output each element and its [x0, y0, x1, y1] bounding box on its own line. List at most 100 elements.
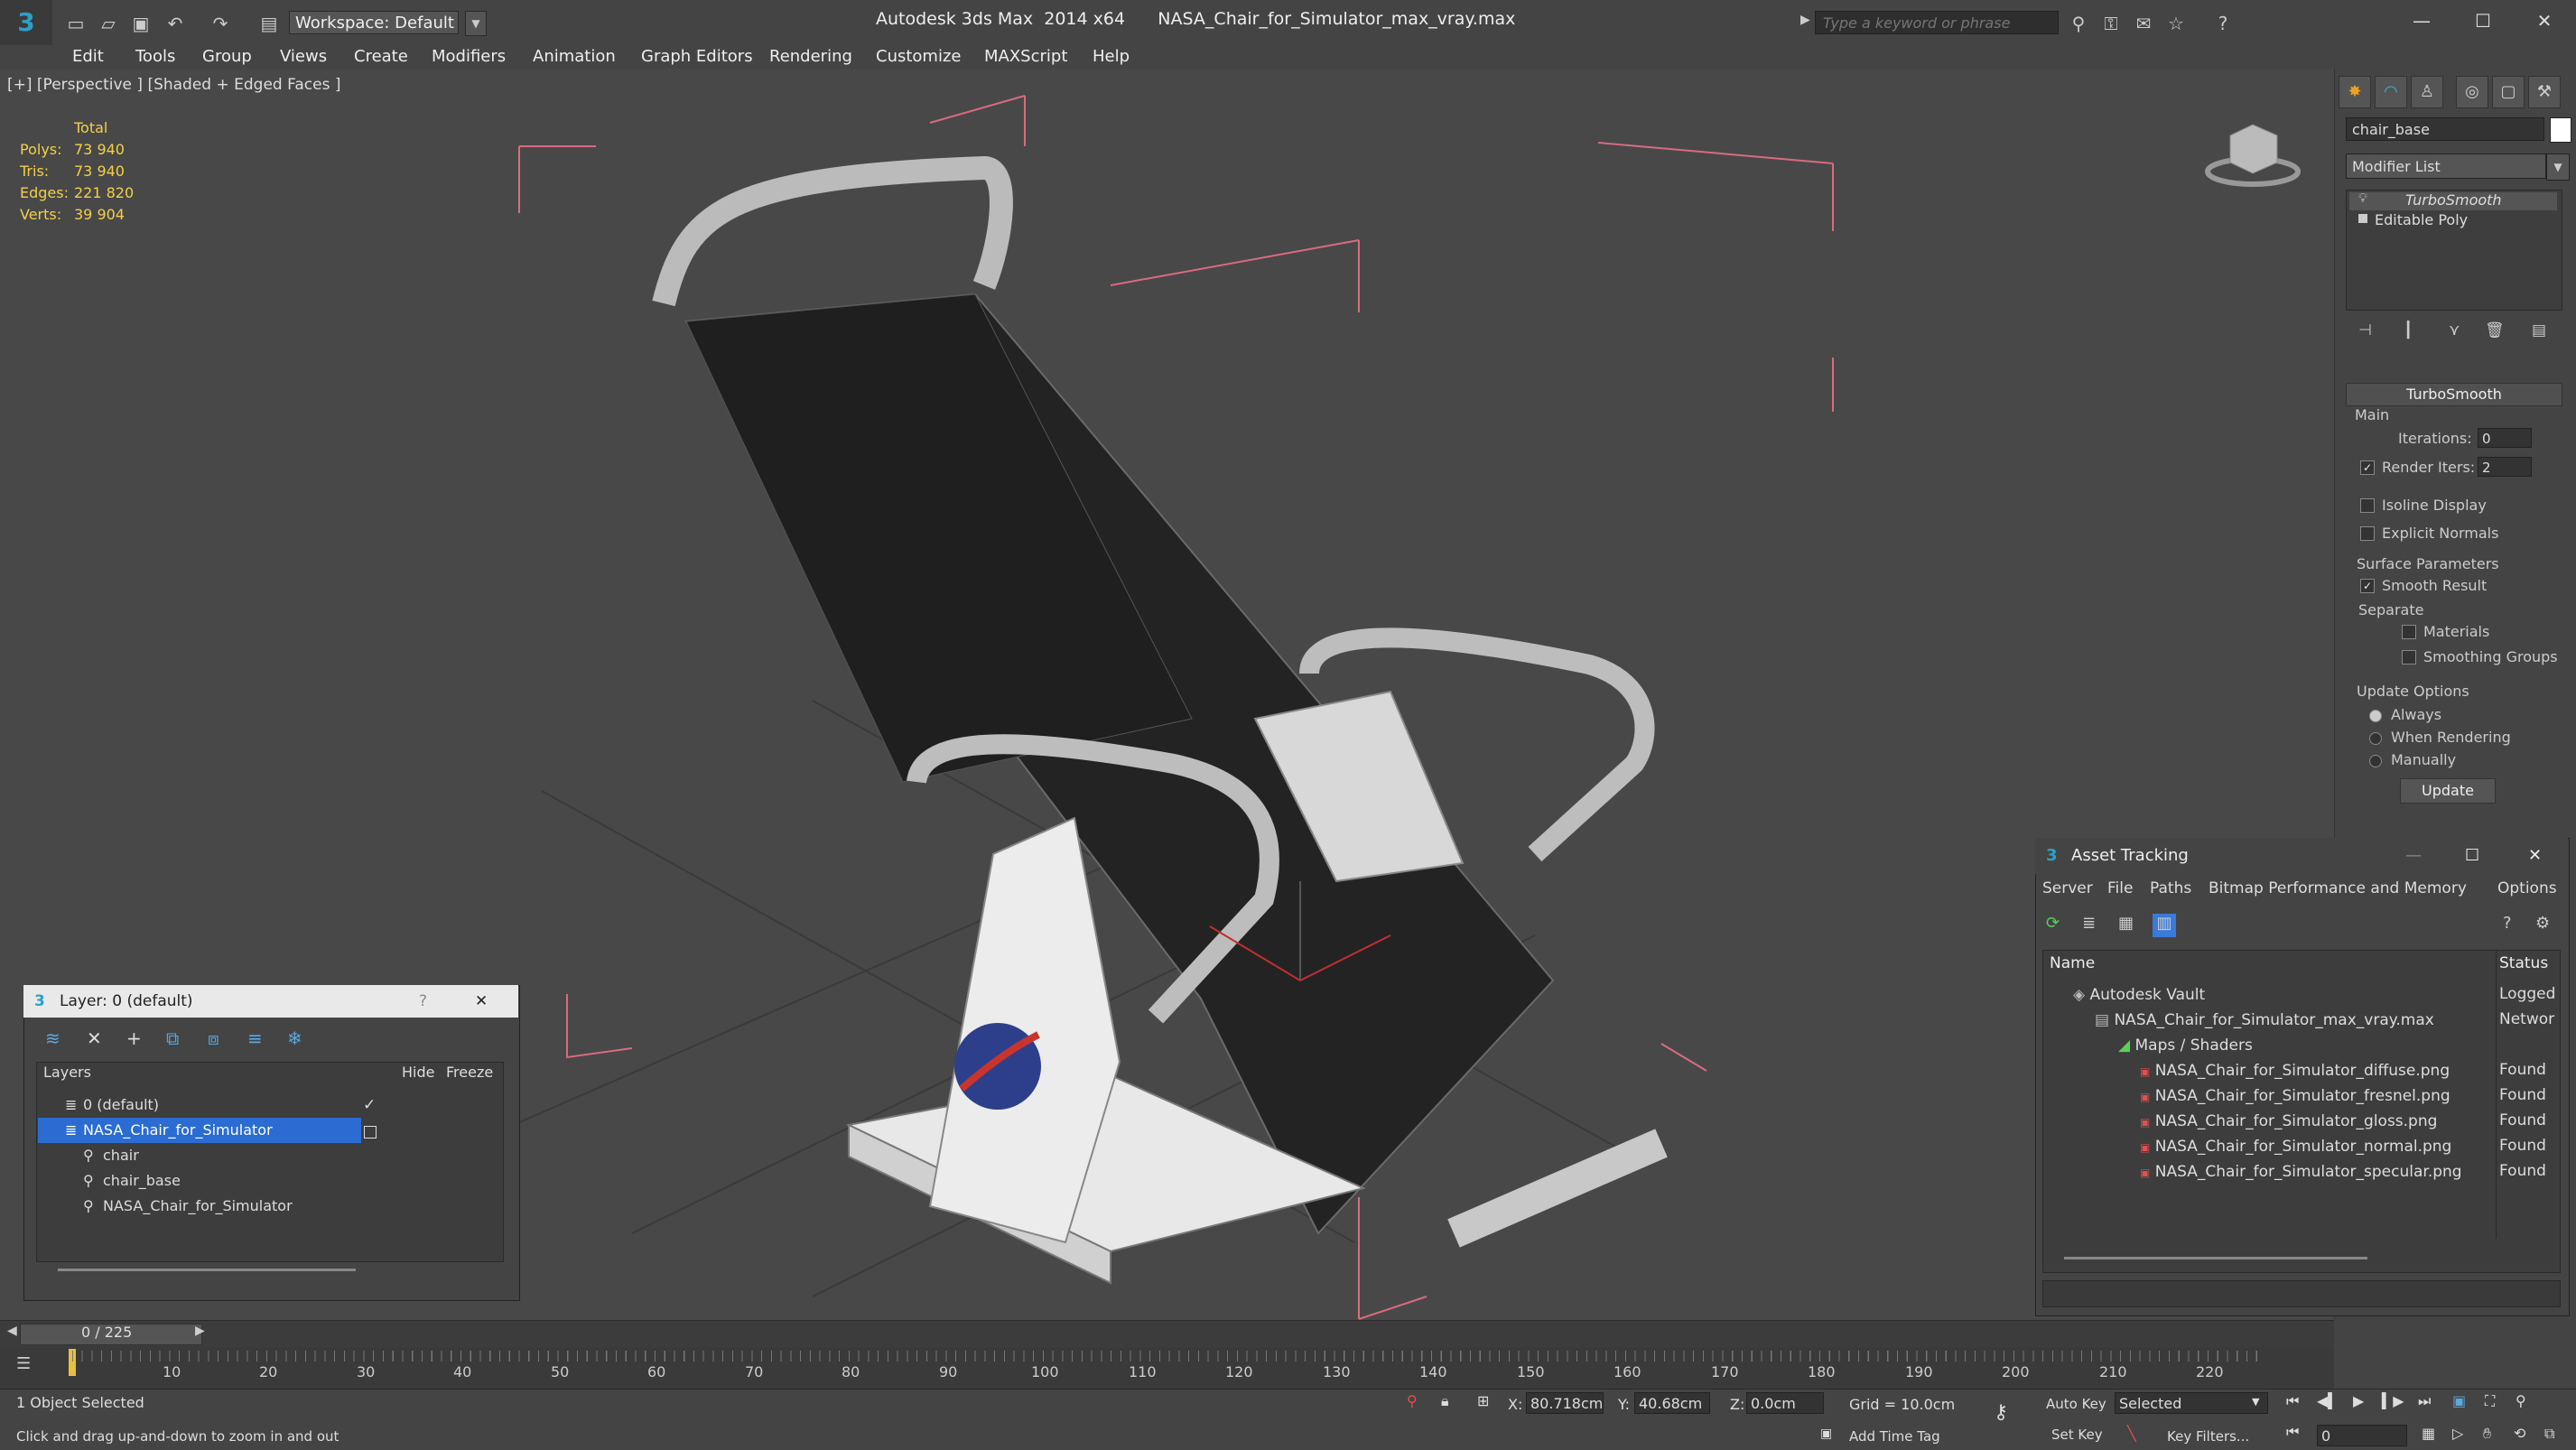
- object-color-swatch[interactable]: [2550, 117, 2571, 143]
- menu-rendering[interactable]: Rendering: [769, 45, 852, 69]
- hierarchy-tab-icon[interactable]: ♙: [2411, 76, 2443, 108]
- key-mode-dropdown[interactable]: Selected: [2115, 1392, 2268, 1414]
- workspace-dropdown[interactable]: Workspace: Default: [289, 11, 459, 34]
- menu-customize[interactable]: Customize: [876, 45, 961, 69]
- lightbulb-icon[interactable]: 💡︎: [2358, 191, 2367, 206]
- maximize-icon[interactable]: ☐: [2465, 838, 2479, 874]
- menu-help[interactable]: Help: [1093, 45, 1130, 69]
- next-frame-icon[interactable]: ▶: [195, 1324, 205, 1338]
- hide-all-icon[interactable]: ≡: [247, 1027, 263, 1049]
- save-file-icon[interactable]: ▣: [130, 13, 152, 34]
- turbosmooth-rollout-header[interactable]: TurboSmooth: [2346, 383, 2562, 406]
- go-to-start-icon[interactable]: ⏮︎: [2286, 1392, 2299, 1410]
- pin-stack-icon[interactable]: ⊣: [2358, 321, 2372, 339]
- freeze-column-header[interactable]: Freeze: [446, 1064, 493, 1081]
- new-file-icon[interactable]: ▭: [65, 13, 87, 34]
- menu-create[interactable]: Create: [354, 45, 408, 69]
- materials-checkbox[interactable]: [2402, 625, 2416, 639]
- menu-animation[interactable]: Animation: [533, 45, 616, 69]
- asset-row[interactable]: ▣ NASA_Chair_for_Simulator_fresnel.png: [2140, 1083, 2450, 1109]
- z-coord-field[interactable]: 0.0cm: [1746, 1392, 1824, 1414]
- previous-key-icon[interactable]: ◀▍: [2317, 1392, 2339, 1409]
- key-filters-button[interactable]: Key Filters...: [2167, 1428, 2249, 1445]
- y-coord-field[interactable]: 40.68cm: [1634, 1392, 1710, 1414]
- chevron-down-icon[interactable]: ▼: [2252, 1396, 2259, 1408]
- go-to-end-icon[interactable]: ⏭︎: [2418, 1392, 2431, 1410]
- minimize-icon[interactable]: —: [2405, 838, 2422, 874]
- field-of-view-icon[interactable]: ▷: [2452, 1425, 2463, 1442]
- help-icon[interactable]: ?: [419, 985, 427, 1018]
- isolate-icon[interactable]: ⚲: [1407, 1392, 1418, 1409]
- freeze-all-icon[interactable]: ❄︎: [287, 1027, 302, 1049]
- status-column-header[interactable]: Status: [2499, 954, 2548, 972]
- orbit-icon[interactable]: ⟲: [2514, 1425, 2525, 1442]
- redo-icon[interactable]: ↷: [209, 13, 231, 34]
- make-unique-icon[interactable]: ⋎: [2449, 321, 2460, 339]
- help-icon[interactable]: ?: [2212, 13, 2234, 34]
- key-mode-icon[interactable]: ▣: [2452, 1392, 2466, 1409]
- open-file-icon[interactable]: ▱: [98, 13, 119, 34]
- modify-tab-icon[interactable]: ◠: [2375, 76, 2407, 108]
- search-input[interactable]: [1815, 11, 2059, 34]
- subscription-icon[interactable]: ⚿: [2100, 13, 2122, 34]
- asset-menu-paths[interactable]: Paths: [2150, 879, 2191, 897]
- stack-item-editable-poly[interactable]: Editable Poly: [2375, 211, 2468, 228]
- viewcube-icon[interactable]: [2203, 117, 2302, 190]
- time-config-icon[interactable]: ▦: [2422, 1425, 2435, 1442]
- iterations-spinner[interactable]: 0: [2478, 428, 2532, 448]
- table-view-icon[interactable]: ▥: [2153, 914, 2176, 937]
- thumbnail-view-icon[interactable]: ▦: [2118, 914, 2134, 933]
- maximize-icon[interactable]: ☐: [2463, 5, 2503, 36]
- project-folder-icon[interactable]: ▤: [258, 13, 280, 34]
- key-start-icon[interactable]: ⏮︎: [2286, 1423, 2299, 1441]
- binoculars-icon[interactable]: ⚲: [2068, 13, 2089, 34]
- asset-row[interactable]: ◢ Maps / Shaders: [2118, 1033, 2253, 1058]
- search-expand-icon[interactable]: ▶: [1800, 13, 1810, 27]
- menu-maxscript[interactable]: MAXScript: [984, 45, 1067, 69]
- pan-icon[interactable]: ✋︎: [2483, 1425, 2491, 1443]
- render-iters-spinner[interactable]: 2: [2478, 457, 2532, 477]
- explicit-normals-checkbox[interactable]: [2360, 526, 2375, 541]
- x-coord-field[interactable]: 80.718cm: [1526, 1392, 1604, 1414]
- minimize-icon[interactable]: —: [2402, 5, 2441, 36]
- menu-graph-editors[interactable]: Graph Editors: [641, 45, 753, 69]
- horizontal-scrollbar[interactable]: [58, 1269, 356, 1271]
- select-objects-icon[interactable]: ⧉: [166, 1027, 179, 1049]
- configure-sets-icon[interactable]: ▤: [2532, 321, 2546, 339]
- render-iters-checkbox[interactable]: ✓: [2360, 460, 2375, 475]
- active-layer-checkbox[interactable]: [364, 1126, 377, 1139]
- prev-frame-icon[interactable]: ◀: [7, 1324, 17, 1338]
- zoom-icon[interactable]: ⚲: [2516, 1392, 2526, 1409]
- asset-row[interactable]: ▣ NASA_Chair_for_Simulator_specular.png: [2140, 1159, 2462, 1185]
- menu-edit[interactable]: Edit: [72, 45, 104, 69]
- menu-views[interactable]: Views: [280, 45, 327, 69]
- asset-menu-options[interactable]: Options: [2497, 879, 2557, 897]
- asset-menu-file[interactable]: File: [2107, 879, 2133, 897]
- menu-tools[interactable]: Tools: [135, 45, 175, 69]
- display-tab-icon[interactable]: ▢: [2492, 76, 2525, 108]
- current-frame-field[interactable]: 0: [2317, 1425, 2407, 1446]
- motion-tab-icon[interactable]: ◎: [2456, 76, 2488, 108]
- favorites-star-icon[interactable]: ☆: [2165, 13, 2187, 34]
- set-key-button[interactable]: Set Key: [2051, 1427, 2103, 1443]
- modifier-list-dropdown[interactable]: Modifier List: [2346, 153, 2546, 179]
- highlight-layer-icon[interactable]: ⧈: [208, 1027, 219, 1049]
- asset-path-field[interactable]: [2042, 1280, 2561, 1307]
- asset-row[interactable]: ▣ NASA_Chair_for_Simulator_gloss.png: [2140, 1109, 2437, 1134]
- active-layer-check-icon[interactable]: ✓: [363, 1096, 376, 1114]
- undo-icon[interactable]: ↶: [164, 13, 186, 34]
- list-view-icon[interactable]: ≣: [2082, 914, 2096, 933]
- menu-group[interactable]: Group: [202, 45, 252, 69]
- selection-lock-icon[interactable]: 🔒︎: [1441, 1392, 1449, 1410]
- play-icon[interactable]: ▶: [2353, 1392, 2364, 1409]
- menu-modifiers[interactable]: Modifiers: [432, 45, 506, 69]
- layers-column-header[interactable]: Layers: [43, 1064, 91, 1081]
- asset-row[interactable]: ▤ NASA_Chair_for_Simulator_max_vray.max: [2095, 1008, 2434, 1033]
- app-logo-icon[interactable]: 3: [0, 0, 52, 45]
- asset-row[interactable]: ◈ Autodesk Vault: [2073, 982, 2205, 1008]
- time-tag-icon[interactable]: ▣: [1820, 1427, 1832, 1441]
- help-icon[interactable]: ?: [2503, 914, 2512, 933]
- chevron-down-icon[interactable]: ▼: [465, 11, 487, 36]
- smoothing-groups-checkbox[interactable]: [2402, 650, 2416, 665]
- zoom-extents-icon[interactable]: ⛶: [2485, 1392, 2495, 1410]
